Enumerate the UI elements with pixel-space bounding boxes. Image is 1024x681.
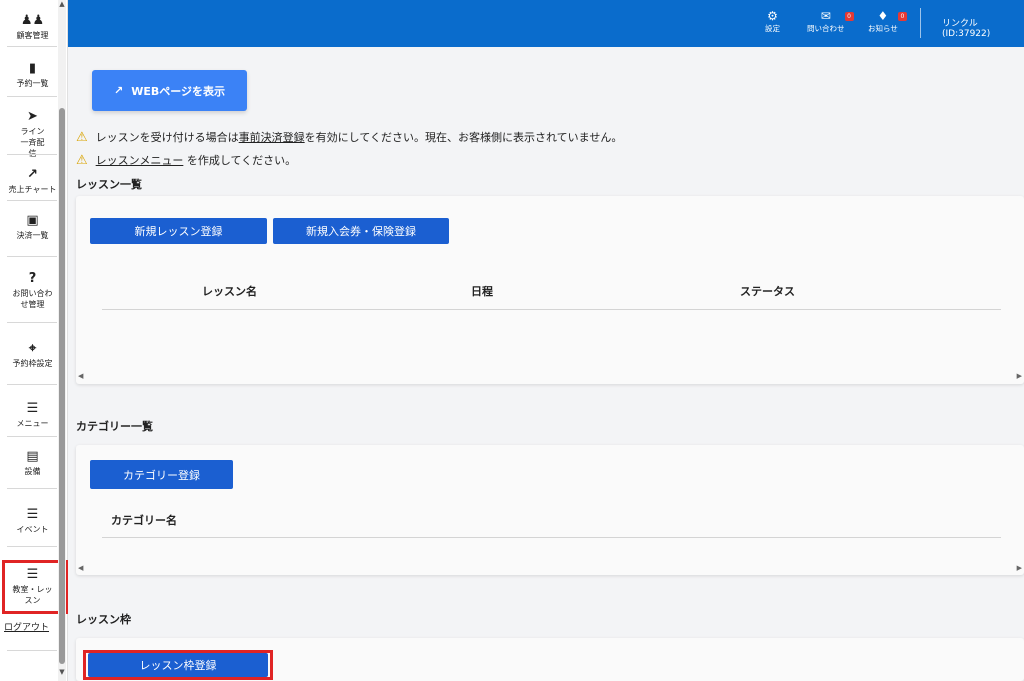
contact-label: 問い合わせ [807,24,845,33]
scroll-down-icon[interactable]: ▼ [58,668,66,676]
contact-button[interactable]: ✉ 0 問い合わせ [807,9,854,34]
sidebar-item-events[interactable]: ☰ イベント [5,508,60,535]
sidebar-item-equipment[interactable]: ▤ 設備 [5,450,60,477]
header-divider [920,8,921,38]
sidebar-divider [7,436,57,437]
table-header-rule [102,537,1001,538]
users-icon: ♟♟ [20,13,45,28]
car-icon: ▤ [26,449,39,464]
contact-badge: 0 [844,12,854,21]
send-icon: ➤ [27,109,38,124]
sidebar-divider [7,650,57,651]
scroll-right-icon[interactable]: ▶ [1017,372,1022,380]
sidebar-item-line-broadcast[interactable]: ➤ ライン一斉配信 [5,110,60,159]
scroll-up-icon[interactable]: ▲ [58,0,66,8]
sidebar-item-label: 予約一覧 [16,79,49,88]
lesson-slot-title: レッスン枠 [76,613,131,626]
crop-icon: ⌖ [28,341,37,356]
logout-link[interactable]: ログアウト [4,620,49,633]
category-list-card: カテゴリー登録 カテゴリー名 ◀ ▶ [76,445,1024,575]
column-schedule: 日程 [471,285,493,298]
bell-icon: ♦ 0 [868,9,907,23]
warning-icon: ⚠ [76,129,88,145]
view-web-page-label: WEBページを表示 [131,84,226,98]
sidebar-item-label: お問い合わせ管理 [12,289,53,309]
warning-lesson-menu: ⚠ レッスンメニュー を作成してください。 [76,152,296,168]
settings-label: 設定 [765,24,780,33]
gear-icon: ⚙ [767,9,778,23]
sidebar-item-label: 予約枠設定 [12,359,53,368]
notice-badge: 0 [897,12,907,21]
sidebar-divider [7,200,57,201]
sidebar-divider [7,46,57,47]
lesson-list-card: 新規レッスン登録 新規入会券・保険登録 レッスン名 日程 ステータス ◀ ▶ [76,196,1024,384]
money-icon: ▣ [26,213,39,228]
scrollbar-thumb[interactable] [59,108,65,664]
external-link-icon: ↗ [113,84,124,97]
notice-label: お知らせ [868,24,898,33]
clipboard-icon: ▮ [28,61,37,76]
warning-text-after: を有効にしてください。現在、お客様側に表示されていません。 [304,131,623,144]
sidebar-divider [7,96,57,97]
sidebar-item-label: イベント [16,525,49,534]
sidebar-item-label: 決済一覧 [16,231,49,240]
sidebar-item-customers[interactable]: ♟♟ 顧客管理 [5,14,60,41]
list-icon: ☰ [26,401,39,416]
view-web-page-button[interactable]: ↗ WEBページを表示 [92,70,247,111]
sidebar-scrollbar[interactable]: ▲ ▼ [58,0,66,681]
sidebar-item-label: 顧客管理 [16,31,49,40]
sidebar-item-payments[interactable]: ▣ 決済一覧 [5,214,60,241]
sidebar-item-reservations[interactable]: ▮ 予約一覧 [5,62,60,89]
settings-button[interactable]: ⚙ 設定 [765,9,780,34]
sidebar-divider [7,256,57,257]
scroll-left-icon[interactable]: ◀ [78,564,83,572]
warning-prepayment: ⚠ レッスンを受け付ける場合は 事前決済登録 を有効にしてください。現在、お客様… [76,129,622,145]
column-status: ステータス [740,285,795,298]
sidebar-divider [7,384,57,385]
warning-icon: ⚠ [76,152,88,168]
mail-icon: ✉ 0 [807,9,854,23]
sidebar-item-menu[interactable]: ☰ メニュー [5,402,60,429]
question-icon: ? [28,271,37,286]
highlight-box [83,650,273,680]
warning-text-before: レッスンを受け付ける場合は [95,131,239,144]
sidebar-item-label: メニュー [16,419,49,428]
column-category-name: カテゴリー名 [111,514,177,527]
lesson-list-title: レッスン一覧 [76,178,142,191]
user-name[interactable]: リンクル (ID:37922) [942,16,1024,39]
sidebar-item-label: 設備 [24,467,41,476]
top-header: ⚙ 設定 ✉ 0 問い合わせ ♦ 0 お知らせ リンクル (ID:37922) [68,0,1024,47]
sidebar-item-sales-chart[interactable]: ↗ 売上チャート [5,168,60,195]
prepayment-link[interactable]: 事前決済登録 [239,129,305,145]
scroll-right-icon[interactable]: ▶ [1017,564,1022,572]
list-icon: ☰ [26,507,39,522]
lesson-menu-link[interactable]: レッスンメニュー [96,152,184,168]
new-lesson-button[interactable]: 新規レッスン登録 [90,218,267,244]
warning-text-after: を作成してください。 [183,154,297,167]
category-list-title: カテゴリー一覧 [76,420,153,433]
sidebar-item-inquiries[interactable]: ? お問い合わせ管理 [5,272,60,310]
sidebar-divider [7,322,57,323]
new-membership-button[interactable]: 新規入会券・保険登録 [273,218,449,244]
column-lesson-name: レッスン名 [202,285,257,298]
table-header-rule [102,309,1001,310]
sidebar-item-slot-settings[interactable]: ⌖ 予約枠設定 [5,342,60,369]
sidebar: ♟♟ 顧客管理 ▮ 予約一覧 ➤ ライン一斉配信 ↗ 売上チャート ▣ 決済一覧… [0,0,68,681]
notice-button[interactable]: ♦ 0 お知らせ [868,9,907,34]
chart-icon: ↗ [27,167,38,182]
scroll-left-icon[interactable]: ◀ [78,372,83,380]
new-category-button[interactable]: カテゴリー登録 [90,460,233,489]
sidebar-divider [7,154,57,155]
sidebar-item-label: 売上チャート [8,185,57,194]
sidebar-divider [7,488,57,489]
sidebar-divider [7,546,57,547]
